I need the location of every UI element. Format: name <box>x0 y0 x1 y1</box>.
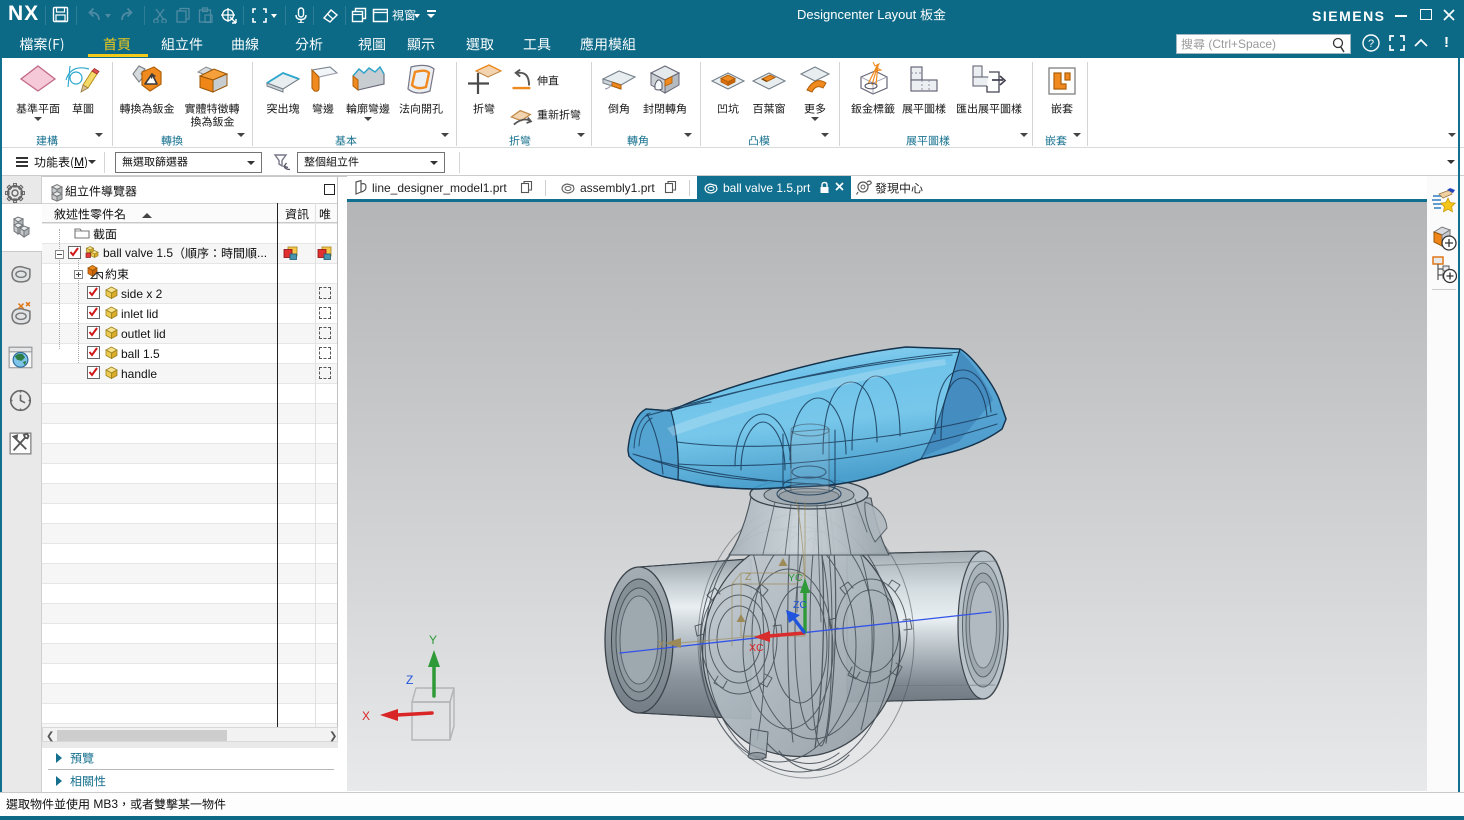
svg-text:?: ? <box>1368 38 1374 50</box>
svg-text:X: X <box>362 709 370 723</box>
svg-text:X: X <box>657 639 665 651</box>
svg-text:XC: XC <box>749 642 764 654</box>
svg-text:Y: Y <box>429 633 437 647</box>
svg-text:ZC: ZC <box>793 599 807 611</box>
svg-text:Z: Z <box>406 673 413 687</box>
svg-text:Z: Z <box>745 572 751 583</box>
svg-text:YC: YC <box>788 572 803 584</box>
